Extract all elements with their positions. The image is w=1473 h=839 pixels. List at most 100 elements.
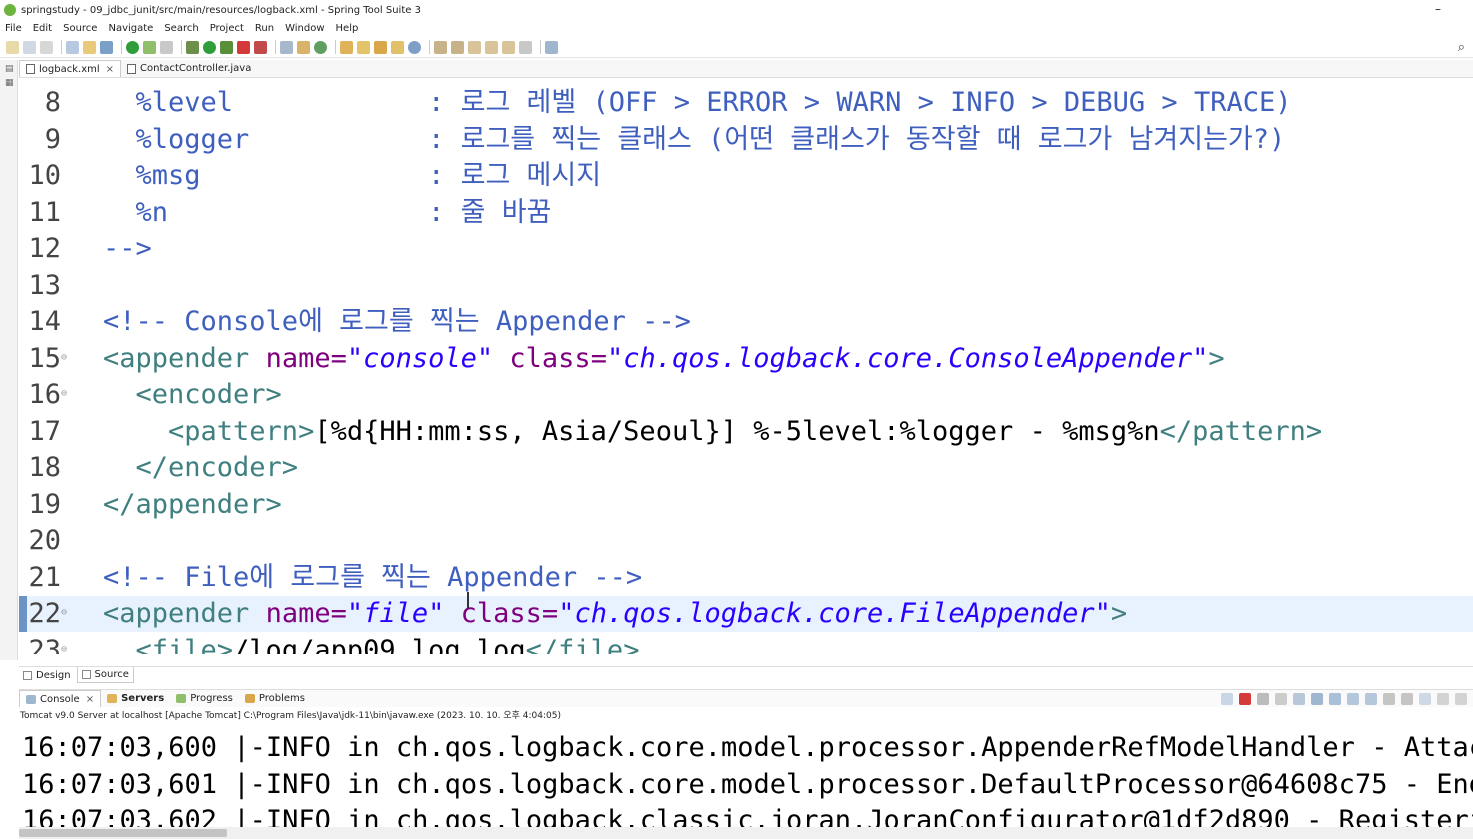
remove-launch-icon[interactable]	[1257, 693, 1269, 705]
save-all-icon[interactable]	[40, 40, 53, 54]
fold-icon[interactable]: ⊖	[61, 608, 67, 618]
code-text: </encoder>	[103, 450, 299, 486]
fold-icon[interactable]: ⊖	[61, 389, 67, 399]
menu-help[interactable]: Help	[336, 23, 359, 34]
new-icon[interactable]	[6, 40, 19, 54]
close-icon[interactable]: ×	[106, 64, 114, 75]
code-line[interactable]: 18 </encoder>	[19, 450, 1473, 486]
last-edit-icon[interactable]	[468, 40, 481, 54]
new-java-project-icon[interactable]	[280, 40, 293, 54]
tab-console[interactable]: Console ×	[19, 690, 102, 707]
annotation-prev-icon[interactable]	[451, 40, 464, 54]
nav-arrow-icon[interactable]	[519, 40, 532, 54]
code-line[interactable]: 9 %logger : 로그를 찍는 클래스 (어떤 클래스가 동작할 때 로그…	[19, 122, 1473, 158]
tab-source[interactable]: Source	[76, 667, 134, 683]
new-package-icon[interactable]	[297, 40, 310, 54]
refresh-console-icon[interactable]	[1221, 693, 1233, 705]
code-line[interactable]: 14 <!-- Console에 로그를 찍는 Appender -->	[19, 304, 1473, 340]
open-type-icon[interactable]	[340, 40, 353, 54]
window-title: springstudy - 09_jdbc_junit/src/main/res…	[21, 4, 421, 16]
editor-tab[interactable]: ContactController.java	[121, 60, 257, 77]
refresh-icon[interactable]	[143, 40, 156, 54]
save-icon[interactable]	[23, 40, 36, 54]
menu-navigate[interactable]: Navigate	[108, 23, 153, 34]
main-toolbar: ⌕	[0, 37, 1473, 58]
line-number: 15	[28, 342, 61, 374]
terminate-icon[interactable]	[1239, 693, 1251, 705]
fold-icon[interactable]: ⊖	[61, 352, 67, 363]
line-number: 17	[28, 415, 61, 447]
code-line[interactable]: 19 </appender>	[19, 487, 1473, 523]
print-icon[interactable]	[66, 40, 79, 54]
search-icon[interactable]: ⌕	[1458, 40, 1465, 55]
tab-servers[interactable]: Servers	[101, 690, 170, 707]
code-editor[interactable]: 8 %level : 로그 레벨 (OFF > ERROR > WARN > I…	[19, 79, 1473, 654]
pin-console-icon[interactable]	[1383, 693, 1395, 705]
code-line[interactable]: 20	[19, 523, 1473, 559]
code-line[interactable]: 15 ⊖ <appender name="console" class="ch.qo…	[19, 341, 1473, 377]
menu-window[interactable]: Window	[285, 23, 324, 34]
code-text: <!-- File에 로그를 찍는 Appender -->	[103, 560, 642, 596]
clear-console-icon[interactable]	[1293, 693, 1305, 705]
run-config-icon[interactable]	[220, 40, 233, 54]
code-line[interactable]: 10 %msg : 로그 메시지	[19, 158, 1473, 194]
tab-progress[interactable]: Progress	[170, 690, 239, 707]
debug-icon[interactable]	[186, 40, 199, 54]
code-line[interactable]: 22 ⊖ <appender name="file" class="ch.qos.l…	[19, 596, 1473, 632]
horizontal-scrollbar[interactable]	[19, 827, 1473, 839]
minimize-view-icon[interactable]	[1437, 693, 1449, 705]
open-folder-icon[interactable]	[391, 40, 404, 54]
open-icon[interactable]	[83, 40, 96, 54]
server-start-icon[interactable]	[126, 40, 139, 54]
open-console-icon[interactable]	[1419, 693, 1431, 705]
console-output[interactable]: 16:07:03,600 |-INFO in ch.qos.logback.co…	[19, 721, 1473, 827]
menu-run[interactable]: Run	[255, 23, 274, 34]
menu-project[interactable]: Project	[210, 23, 244, 34]
code-line[interactable]: 13	[19, 268, 1473, 304]
menu-source[interactable]: Source	[63, 23, 97, 34]
search-toolbar-icon[interactable]	[374, 40, 387, 54]
show-on-stdout-icon[interactable]	[1347, 693, 1359, 705]
menu-search[interactable]: Search	[164, 23, 198, 34]
terminal-icon[interactable]	[100, 40, 113, 54]
scrollbar-thumb[interactable]	[19, 829, 227, 837]
open-task-icon[interactable]	[357, 40, 370, 54]
display-console-icon[interactable]	[1401, 693, 1413, 705]
outline-icon[interactable]: ▦	[5, 78, 17, 88]
code-line[interactable]: 21 <!-- File에 로그를 찍는 Appender -->	[19, 560, 1473, 596]
tab-design[interactable]: Design	[19, 667, 75, 683]
code-line[interactable]: 16 ⊖ <encoder>	[19, 377, 1473, 413]
menu-edit[interactable]: Edit	[33, 23, 52, 34]
open-perspective-icon[interactable]	[545, 40, 558, 54]
code-line[interactable]: 11 %n : 줄 바꿈	[19, 195, 1473, 231]
close-icon[interactable]: ×	[86, 694, 94, 705]
code-token: </file>	[525, 634, 640, 655]
show-on-stderr-icon[interactable]	[1365, 693, 1377, 705]
forward-icon[interactable]	[502, 40, 515, 54]
word-wrap-icon[interactable]	[1329, 693, 1341, 705]
remove-all-icon[interactable]	[1275, 693, 1287, 705]
menu-file[interactable]: File	[5, 23, 22, 34]
globe-icon[interactable]	[408, 40, 421, 54]
tab-problems[interactable]: Problems	[239, 690, 311, 707]
run-icon[interactable]	[203, 40, 216, 54]
external-tools-icon[interactable]	[254, 40, 267, 54]
new-class-icon[interactable]	[314, 40, 327, 54]
code-line[interactable]: 23 ⊖ <file>/log/app09_log.log</file>	[19, 633, 1473, 655]
restore-icon[interactable]: ▤	[5, 64, 17, 74]
scroll-lock-icon[interactable]	[1311, 693, 1323, 705]
minimize-button[interactable]: –	[1435, 2, 1441, 16]
line-number: 9	[44, 123, 61, 155]
fold-icon[interactable]: ⊖	[61, 644, 67, 654]
editor-tab[interactable]: logback.xml ×	[19, 60, 122, 77]
code-token: "ch.qos.logback.core.ConsoleAppender"	[606, 342, 1209, 374]
back-icon[interactable]	[485, 40, 498, 54]
annotation-next-icon[interactable]	[434, 40, 447, 54]
code-line[interactable]: 17 <pattern>[%d{HH:mm:ss, Asia/Seoul}] %…	[19, 414, 1473, 450]
stop-icon[interactable]	[237, 40, 250, 54]
code-line[interactable]: 8 %level : 로그 레벨 (OFF > ERROR > WARN > I…	[19, 85, 1473, 121]
skip-icon[interactable]	[160, 40, 173, 54]
maximize-view-icon[interactable]	[1455, 693, 1467, 705]
code-line[interactable]: 12 -->	[19, 231, 1473, 267]
left-minimized-strip: ▤ ▦	[0, 60, 18, 660]
